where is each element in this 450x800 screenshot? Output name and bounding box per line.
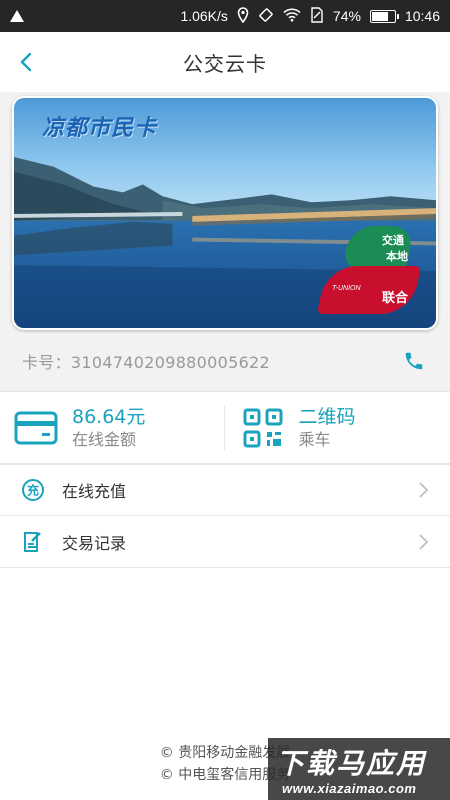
record-icon bbox=[20, 529, 46, 555]
card-icon bbox=[12, 408, 60, 448]
badge-line2: 本地 bbox=[386, 250, 408, 263]
chevron-right-icon bbox=[419, 482, 429, 498]
card-number-row: 卡号：3104740209880005622 bbox=[0, 330, 450, 392]
records-menu-item[interactable]: 交易记录 bbox=[0, 516, 450, 568]
status-bar: 1.06K/s 74% 10:46 bbox=[0, 0, 450, 32]
back-button[interactable] bbox=[8, 44, 44, 80]
watermark-logo: 下载马应用 www.xiazaimao.com bbox=[268, 738, 450, 800]
records-label: 交易记录 bbox=[62, 533, 127, 553]
badge-line1: 交通 bbox=[382, 234, 404, 247]
card-number: 卡号：3104740209880005622 bbox=[22, 352, 271, 372]
phone-icon bbox=[405, 352, 423, 369]
recharge-menu-item[interactable]: 充 在线充值 bbox=[0, 464, 450, 516]
vibrate-icon bbox=[258, 7, 274, 26]
watermark-title: 下载马应用 bbox=[276, 747, 427, 780]
battery-percent: 74% bbox=[332, 8, 361, 24]
clock: 10:46 bbox=[404, 8, 440, 24]
no-sim-icon bbox=[310, 6, 324, 26]
transit-card-image[interactable]: 凉都市民卡 交通 本地 T-UNION 联合 bbox=[12, 96, 438, 330]
union-pay-badge: 交通 本地 T-UNION 联合 bbox=[316, 226, 422, 314]
recharge-icon: 充 bbox=[20, 477, 46, 503]
card-title: 凉都市民卡 bbox=[42, 116, 158, 141]
qr-code-label: 二维码 bbox=[298, 405, 356, 428]
balance-label: 在线金额 bbox=[72, 429, 137, 449]
card-area: 凉都市民卡 交通 本地 T-UNION 联合 bbox=[0, 92, 450, 330]
page-title: 公交云卡 bbox=[183, 51, 267, 76]
battery-level bbox=[371, 11, 389, 21]
qr-code-icon bbox=[239, 408, 287, 448]
phone-button[interactable] bbox=[400, 347, 428, 375]
menu-list: 充 在线充值 交易记录 bbox=[0, 464, 450, 568]
warning-icon bbox=[10, 10, 24, 22]
app-header: 公交云卡 bbox=[0, 32, 450, 92]
svg-text:充: 充 bbox=[27, 483, 39, 498]
wifi-icon bbox=[283, 8, 301, 25]
qr-ride-tile[interactable]: 二维码 乘车 bbox=[223, 405, 450, 450]
chevron-left-icon bbox=[20, 52, 32, 72]
chevron-right-icon bbox=[419, 533, 429, 550]
location-icon bbox=[237, 6, 249, 26]
balance-tile[interactable]: 86.64元 在线金额 bbox=[0, 392, 224, 463]
recharge-label: 在线充值 bbox=[62, 482, 127, 501]
badge-tunion: T-UNION bbox=[332, 285, 361, 292]
battery-icon bbox=[369, 9, 399, 23]
quick-tiles: 86.64元 在线金额 二维码 乘车 bbox=[0, 392, 450, 464]
watermark-url: www.xiazaimao.com bbox=[282, 781, 417, 796]
badge-union: 联合 bbox=[381, 291, 408, 306]
balance-amount: 86.64元 bbox=[72, 405, 146, 428]
network-speed: 1.06K/s bbox=[180, 8, 228, 24]
ride-label: 乘车 bbox=[298, 429, 331, 449]
